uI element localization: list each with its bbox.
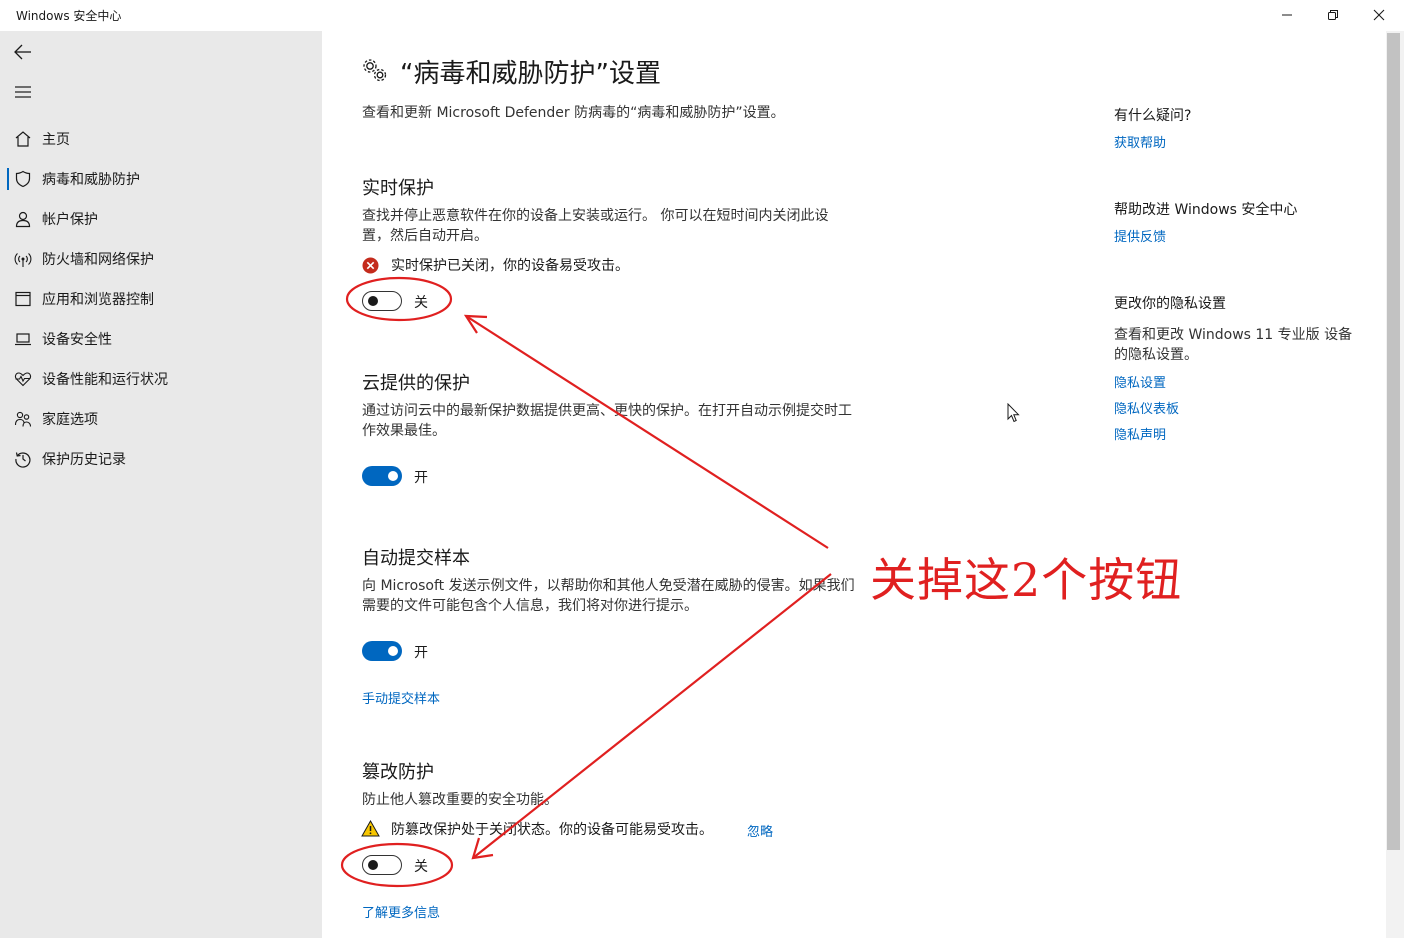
sidebar-item-label: 防火墙和网络保护 — [42, 252, 154, 268]
realtime-toggle-state: 关 — [414, 295, 428, 311]
privacy-desc: 查看和更改 Windows 11 专业版 设备的隐私设置。 — [1114, 327, 1353, 363]
privacy-title: 更改你的隐私设置 — [1114, 296, 1226, 312]
back-arrow-icon — [14, 44, 31, 60]
improve-title: 帮助改进 Windows 安全中心 — [1114, 202, 1298, 218]
tamper-protection-title: 篡改防护 — [362, 762, 434, 783]
privacy-statement-link[interactable]: 隐私声明 — [1114, 424, 1166, 443]
annotation-text: 关掉这2个按钮 — [870, 553, 1183, 607]
help-title: 有什么疑问? — [1114, 108, 1192, 124]
minimize-button[interactable] — [1264, 0, 1310, 31]
sidebar-item-family-options[interactable]: 家庭选项 — [0, 399, 322, 439]
vertical-scrollbar[interactable] — [1386, 31, 1404, 938]
cloud-protection-desc: 通过访问云中的最新保护数据提供更高、更快的保护。在打开自动示例提交时工作效果最佳… — [362, 403, 852, 439]
sample-submission-desc: 向 Microsoft 发送示例文件，以帮助你和其他人免受潜在威胁的侵害。如果我… — [362, 578, 855, 614]
tamper-protection-desc: 防止他人篡改重要的安全功能。 — [362, 792, 558, 808]
error-icon — [362, 257, 379, 274]
ignore-link[interactable]: 忽略 — [747, 821, 773, 840]
window-title: Windows 安全中心 — [16, 9, 122, 23]
realtime-protection-toggle[interactable] — [362, 291, 402, 311]
cloud-toggle-state: 开 — [414, 470, 428, 486]
close-icon — [1373, 9, 1385, 21]
laptop-icon — [15, 333, 31, 346]
sidebar-item-device-performance[interactable]: 设备性能和运行状况 — [0, 359, 322, 399]
home-icon — [15, 131, 31, 147]
warning-icon — [361, 820, 380, 837]
sample-submission-toggle[interactable] — [362, 641, 402, 661]
app-window-icon — [15, 291, 31, 307]
sidebar-item-label: 帐户保护 — [42, 212, 98, 228]
sidebar-item-label: 应用和浏览器控制 — [42, 292, 154, 308]
close-button[interactable] — [1356, 0, 1402, 31]
restore-icon — [1328, 10, 1338, 20]
sidebar-item-label: 设备性能和运行状况 — [42, 372, 168, 388]
mouse-cursor-icon — [1007, 403, 1020, 423]
page-title: “病毒和威胁防护”设置 — [400, 59, 661, 89]
toggle-knob — [368, 860, 378, 870]
restore-button[interactable] — [1310, 0, 1356, 31]
sidebar-item-device-security[interactable]: 设备安全性 — [0, 319, 322, 359]
toggle-knob — [388, 471, 398, 481]
sidebar-item-virus-protection[interactable]: 病毒和威胁防护 — [0, 159, 322, 199]
privacy-settings-link[interactable]: 隐私设置 — [1114, 372, 1166, 391]
hamburger-icon — [15, 86, 31, 98]
sidebar: 主页 病毒和威胁防护 帐户保护 防火墙和网络保护 应用和浏览器控制 设备安全性 … — [0, 31, 322, 938]
heart-pulse-icon — [14, 372, 32, 387]
privacy-dashboard-link[interactable]: 隐私仪表板 — [1114, 398, 1179, 417]
shield-icon — [15, 170, 31, 188]
family-icon — [14, 411, 32, 427]
sidebar-item-firewall[interactable]: 防火墙和网络保护 — [0, 239, 322, 279]
sidebar-item-label: 设备安全性 — [42, 332, 112, 348]
annotation-arrow-bottom — [472, 573, 832, 859]
sidebar-item-label: 保护历史记录 — [42, 452, 126, 468]
person-icon — [15, 211, 31, 228]
realtime-protection-desc: 查找并停止恶意软件在你的设备上安装或运行。 你可以在短时间内关闭此设置，然后自动… — [362, 208, 829, 244]
realtime-protection-title: 实时保护 — [362, 178, 434, 199]
learn-more-link[interactable]: 了解更多信息 — [362, 902, 440, 921]
cloud-protection-title: 云提供的保护 — [362, 373, 470, 394]
wireless-icon — [14, 253, 32, 267]
sidebar-item-protection-history[interactable]: 保护历史记录 — [0, 439, 322, 479]
manual-sample-link[interactable]: 手动提交样本 — [362, 688, 440, 707]
tamper-alert-text: 防篡改保护处于关闭状态。你的设备可能易受攻击。 — [391, 822, 713, 838]
sidebar-item-account-protection[interactable]: 帐户保护 — [0, 199, 322, 239]
sidebar-item-app-browser-control[interactable]: 应用和浏览器控制 — [0, 279, 322, 319]
sample-submission-title: 自动提交样本 — [362, 548, 470, 569]
toggle-knob — [388, 646, 398, 656]
sidebar-item-home[interactable]: 主页 — [0, 119, 322, 159]
page-subtitle: 查看和更新 Microsoft Defender 防病毒的“病毒和威胁防护”设置… — [362, 105, 785, 121]
hamburger-menu-button[interactable] — [8, 77, 38, 107]
realtime-alert-text: 实时保护已关闭，你的设备易受攻击。 — [391, 258, 629, 274]
selection-indicator — [7, 168, 9, 190]
tamper-protection-toggle[interactable] — [362, 855, 402, 875]
sidebar-item-label: 主页 — [42, 132, 70, 148]
sidebar-item-label: 家庭选项 — [42, 412, 98, 428]
back-button[interactable] — [8, 37, 38, 67]
sidebar-item-label: 病毒和威胁防护 — [42, 172, 140, 188]
cloud-protection-toggle[interactable] — [362, 466, 402, 486]
annotation-arrowhead-top — [463, 314, 488, 334]
toggle-knob — [368, 296, 378, 306]
sample-toggle-state: 开 — [414, 645, 428, 661]
annotation-arrowhead-bottom — [471, 837, 494, 860]
tamper-toggle-state: 关 — [414, 859, 428, 875]
get-help-link[interactable]: 获取帮助 — [1114, 132, 1166, 151]
gears-icon — [363, 59, 387, 82]
minimize-icon — [1282, 14, 1292, 16]
title-bar: Windows 安全中心 — [0, 0, 1404, 31]
feedback-link[interactable]: 提供反馈 — [1114, 226, 1166, 245]
scrollbar-thumb[interactable] — [1387, 33, 1400, 850]
history-icon — [15, 452, 31, 468]
